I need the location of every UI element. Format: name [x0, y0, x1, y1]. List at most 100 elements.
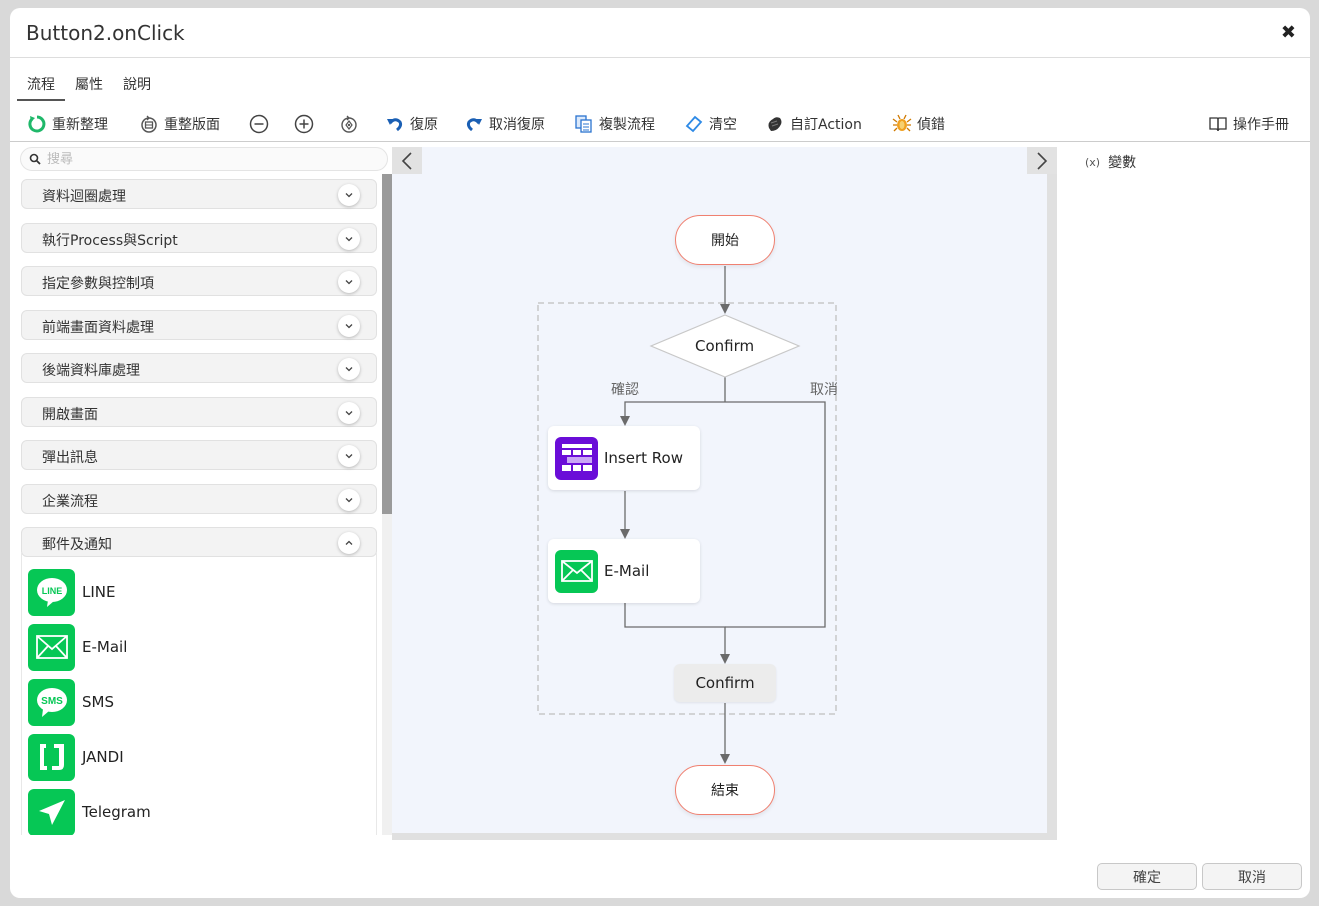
- category-label: 企業流程: [42, 494, 98, 510]
- chevron-up-icon[interactable]: [338, 532, 360, 554]
- palette-item-label: SMS: [82, 693, 114, 711]
- undo-label: 復原: [410, 117, 438, 133]
- refresh-button[interactable]: 重新整理: [26, 112, 108, 136]
- custom-action-button[interactable]: 自訂Action: [764, 112, 862, 136]
- refresh-label: 重新整理: [52, 117, 108, 133]
- insert-row-icon: [555, 436, 598, 480]
- relayout-icon: [138, 113, 160, 135]
- category-open-screen[interactable]: 開啟畫面: [21, 397, 377, 427]
- category-frontend-data[interactable]: 前端畫面資料處理: [21, 310, 377, 340]
- palette-scrollbar[interactable]: [382, 174, 392, 835]
- chevron-down-icon[interactable]: [338, 228, 360, 250]
- category-data-loop[interactable]: 資料迴圈處理: [21, 179, 377, 209]
- search-icon: [29, 150, 41, 169]
- category-popup-message[interactable]: 彈出訊息: [21, 440, 377, 470]
- category-backend-db[interactable]: 後端資料庫處理: [21, 353, 377, 383]
- tab-flow[interactable]: 流程: [17, 68, 65, 101]
- redo-button[interactable]: 取消復原: [463, 112, 545, 136]
- group-boundary: [537, 302, 837, 715]
- arrow-head: [620, 416, 630, 426]
- palette-item-label: LINE: [82, 583, 116, 601]
- redo-label: 取消復原: [489, 117, 545, 133]
- end-node[interactable]: 結束: [675, 765, 775, 815]
- palette-item-label: E-Mail: [82, 638, 128, 656]
- search-box: [20, 147, 388, 171]
- close-icon[interactable]: ✖: [1281, 22, 1296, 44]
- start-node[interactable]: 開始: [675, 215, 775, 265]
- debug-button[interactable]: 偵錯: [891, 112, 945, 136]
- palette-item-jandi[interactable]: JANDI: [28, 733, 124, 781]
- refresh-icon: [26, 113, 48, 135]
- palette-item-line[interactable]: LINE LINE: [28, 568, 115, 616]
- palette-item-label: JANDI: [82, 748, 124, 766]
- edge-yes: [624, 401, 725, 417]
- category-enterprise-flow[interactable]: 企業流程: [21, 484, 377, 514]
- chevron-down-icon[interactable]: [338, 184, 360, 206]
- chevron-down-icon[interactable]: [338, 489, 360, 511]
- palette-item-telegram[interactable]: Telegram: [28, 788, 151, 835]
- insert-row-label: Insert Row: [604, 449, 683, 467]
- flow-canvas-container: 開始 Confirm 確認 取消 Insert Row E-Mail Confi…: [392, 147, 1057, 840]
- decision-label: Confirm: [695, 337, 755, 355]
- email-icon: [28, 623, 75, 671]
- clear-label: 清空: [709, 117, 737, 133]
- insert-row-node[interactable]: Insert Row: [548, 426, 700, 490]
- fit-view-button[interactable]: [338, 112, 364, 136]
- debug-label: 偵錯: [917, 117, 945, 133]
- ok-button[interactable]: 確定: [1097, 863, 1197, 890]
- category-process-script[interactable]: 執行Process與Script: [21, 223, 377, 253]
- collapse-right-panel-button[interactable]: [1027, 147, 1057, 174]
- category-label: 彈出訊息: [42, 450, 98, 466]
- variables-tab[interactable]: (x) 變數: [1085, 152, 1136, 172]
- clear-button[interactable]: 清空: [683, 112, 737, 136]
- zoom-out-icon: [248, 113, 270, 135]
- arrow-head: [620, 529, 630, 539]
- telegram-icon: [28, 788, 75, 835]
- undo-icon: [384, 113, 406, 135]
- chevron-down-icon[interactable]: [338, 358, 360, 380]
- palette-item-sms[interactable]: SMS SMS: [28, 678, 114, 726]
- email-node[interactable]: E-Mail: [548, 539, 700, 603]
- tab-properties[interactable]: 屬性: [65, 68, 113, 101]
- tab-description[interactable]: 說明: [113, 68, 161, 101]
- line-icon: LINE: [28, 568, 75, 616]
- relayout-button[interactable]: 重整版面: [138, 112, 220, 136]
- chevron-down-icon[interactable]: [338, 315, 360, 337]
- mail-notify-items: LINE LINE E-Mail SMS SMS JANDI Telegram: [21, 553, 377, 835]
- palette-scrollbar-thumb[interactable]: [382, 174, 392, 514]
- cancel-button[interactable]: 取消: [1202, 863, 1302, 890]
- manual-button[interactable]: 操作手冊: [1207, 112, 1289, 136]
- category-params-controls[interactable]: 指定參數與控制項: [21, 266, 377, 296]
- chevron-down-icon[interactable]: [338, 445, 360, 467]
- edge-no: [725, 401, 826, 628]
- zoom-out-button[interactable]: [248, 112, 274, 136]
- dialog-title: Button2.onClick: [26, 21, 185, 45]
- copy-flow-label: 複製流程: [599, 117, 655, 133]
- undo-button[interactable]: 復原: [384, 112, 438, 136]
- zoom-in-button[interactable]: [293, 112, 319, 136]
- bug-icon: [891, 113, 913, 135]
- palette-item-label: Telegram: [82, 803, 151, 821]
- no-branch-label: 取消: [810, 382, 838, 398]
- category-label: 開啟畫面: [42, 407, 98, 423]
- flow-canvas[interactable]: 開始 Confirm 確認 取消 Insert Row E-Mail Confi…: [392, 147, 1057, 833]
- yes-branch-label: 確認: [611, 382, 639, 398]
- chevron-down-icon[interactable]: [338, 402, 360, 424]
- merge-node[interactable]: Confirm: [674, 664, 776, 702]
- category-label: 指定參數與控制項: [42, 276, 154, 292]
- action-palette: 資料迴圈處理 執行Process與Script 指定參數與控制項 前端畫面資料處…: [20, 174, 390, 835]
- palette-item-email[interactable]: E-Mail: [28, 623, 127, 671]
- search-input[interactable]: [47, 151, 367, 167]
- email-icon: [555, 549, 598, 593]
- custom-action-label: 自訂Action: [790, 117, 862, 133]
- chevron-down-icon[interactable]: [338, 271, 360, 293]
- arrow-head: [720, 754, 730, 764]
- svg-text:LINE: LINE: [41, 586, 62, 596]
- custom-action-icon: [764, 113, 786, 135]
- relayout-label: 重整版面: [164, 117, 220, 133]
- copy-icon: [573, 113, 595, 135]
- category-label: 前端畫面資料處理: [42, 320, 154, 336]
- collapse-left-panel-button[interactable]: [392, 147, 422, 174]
- variables-label: 變數: [1108, 155, 1137, 171]
- copy-flow-button[interactable]: 複製流程: [573, 112, 655, 136]
